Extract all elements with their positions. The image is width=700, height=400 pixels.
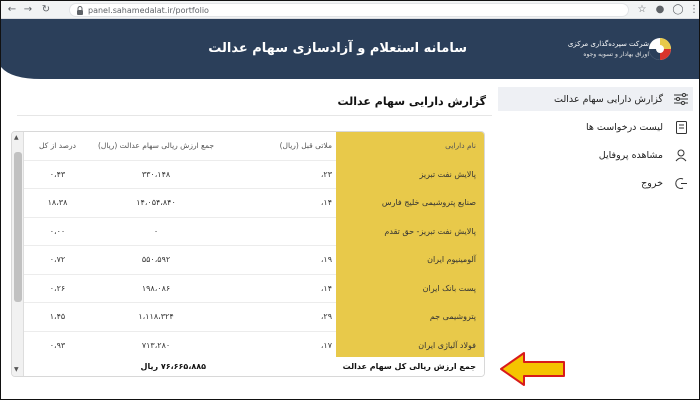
table-row: آلومینیوم ایران ۱۹، ۵۵۰،۵۹۲ ۰،۷۲ (24, 246, 484, 275)
asset-percent: ۰،۷۲ (49, 255, 66, 264)
asset-par (221, 218, 336, 247)
sidebar-item-logout[interactable]: خروج (498, 171, 693, 195)
asset-par: ۲۹، (320, 312, 332, 321)
asset-total: ۵۵۰،۵۹۲ (141, 255, 171, 264)
sliders-icon (673, 91, 689, 107)
asset-name: پالایش نفت تبریز (336, 160, 484, 189)
sidebar-item-label: لیست درخواست ها (585, 121, 663, 133)
table-scrollbar[interactable]: ▲ ▼ (12, 132, 24, 376)
asset-name: آلومینیوم ایران (336, 246, 484, 275)
table-row: صنایع پتروشیمی خلیج فارس ۱۴، ۱۴،۰۵۴،۸۴۰ … (24, 189, 484, 218)
asset-total: ۰ (153, 226, 159, 236)
asset-name: پتروشیمی جم (336, 303, 484, 332)
asset-table: ▲ ▼ نام دارایی ملاتی قبل (ریال) جمع ارزش… (11, 131, 485, 377)
table-row: پتروشیمی جم ۲۹، ۱،۱۱۸،۳۲۴ ۱،۴۵ (24, 303, 484, 332)
column-header-par: ملاتی قبل (ریال) (279, 141, 332, 150)
asset-percent: ۱۸،۳۸ (47, 198, 68, 207)
sidebar-item-asset-report[interactable]: گزارش دارایی سهام عدالت (498, 87, 693, 111)
total-label: جمع ارزش ریالی کل سهام عدالت (342, 362, 476, 371)
asset-percent: ۰،۴۳ (49, 169, 66, 179)
document-icon (673, 119, 689, 135)
lock-icon (77, 6, 83, 15)
scroll-thumb[interactable] (14, 152, 22, 302)
menu-icon[interactable]: ⋮ (687, 3, 699, 17)
address-bar[interactable]: panel.sahamedalat.ir/portfolio (69, 3, 629, 17)
asset-par: ۱۴، (320, 198, 332, 207)
asset-par: ۱۷، (320, 340, 332, 350)
asset-name: فولاد آلیاژی ایران (336, 331, 484, 360)
scroll-up-icon[interactable]: ▲ (14, 134, 19, 141)
asset-par: ۱۹، (320, 255, 332, 264)
star-icon[interactable]: ☆ (635, 3, 649, 17)
table-row: پالایش نفت تبریز- حق تقدم ۰ ۰،۰۰ (24, 217, 484, 247)
asset-total: ۱۴،۰۵۴،۸۴۰ (136, 198, 176, 207)
forward-icon[interactable]: → (21, 3, 35, 17)
asset-total: ۳۳۰،۱۴۸ (141, 169, 171, 179)
sidebar-item-profile[interactable]: مشاهده پروفایل (498, 143, 693, 167)
sidebar-item-label: خروج (641, 177, 663, 189)
asset-total: ۱۹۸،۰۸۶ (141, 283, 171, 293)
reload-icon[interactable]: ↻ (39, 3, 53, 17)
asset-percent: ۰،۹۳ (49, 340, 66, 350)
asset-percent: ۰،۰۰ (49, 226, 66, 236)
table-row: پست بانک ایران ۱۴، ۱۹۸،۰۸۶ ۰،۲۶ (24, 274, 484, 303)
asset-name: پست بانک ایران (336, 274, 484, 303)
asset-par: ۲۳، (320, 169, 332, 179)
column-header-percent: درصد از کل (39, 141, 76, 150)
browser-window: ← → ↻ panel.sahamedalat.ir/portfolio ☆ ●… (0, 0, 700, 400)
column-header-total: جمع ارزش ریالی سهام عدالت (ریال) (97, 141, 214, 150)
sidebar-item-label: مشاهده پروفایل (598, 149, 663, 161)
asset-percent: ۰،۲۶ (49, 283, 66, 293)
report-title: گزارش دارایی سهام عدالت (337, 95, 486, 108)
sidebar-item-requests[interactable]: لیست درخواست ها (498, 115, 693, 139)
sidebar-item-label: گزارش دارایی سهام عدالت (554, 93, 663, 105)
asset-par: ۱۴، (320, 283, 332, 293)
profile-icon[interactable]: ◯ (671, 3, 685, 17)
column-header-name: نام دارایی (336, 132, 484, 161)
table-row: پالایش نفت تبریز ۲۳، ۳۳۰،۱۴۸ ۰،۴۳ (24, 160, 484, 189)
logout-icon (673, 175, 689, 191)
asset-total: ۷۱۳،۲۸۰ (141, 340, 171, 350)
divider (17, 115, 492, 116)
arrow-annotation-icon (500, 352, 565, 386)
scroll-down-icon[interactable]: ▼ (14, 366, 19, 373)
user-icon (673, 147, 689, 163)
page-title: سامانه استعلام و آزادسازی سهام عدالت (208, 41, 467, 56)
total-row: جمع ارزش ریالی کل سهام عدالت ۷۶،۶۶۵،۸۸۵ … (24, 357, 484, 376)
total-value: ۷۶،۶۶۵،۸۸۵ ریال (140, 362, 206, 371)
asset-total: ۱،۱۱۸،۳۲۴ (138, 312, 174, 321)
asset-name: پالایش نفت تبریز- حق تقدم (336, 217, 484, 246)
asset-percent: ۱،۴۵ (49, 312, 66, 321)
browser-toolbar: ← → ↻ panel.sahamedalat.ir/portfolio ☆ ●… (1, 1, 699, 19)
back-icon[interactable]: ← (5, 3, 19, 17)
extension-icon[interactable]: ● (653, 3, 667, 17)
asset-name: صنایع پتروشیمی خلیج فارس (336, 189, 484, 218)
url-text: panel.sahamedalat.ir/portfolio (88, 6, 209, 15)
logo-subtext: اوراق بهادار و تسویه وجوه (583, 51, 649, 58)
logo-text: شرکت سپرده‌گذاری مرکزی (567, 40, 649, 48)
logo-icon (649, 38, 671, 60)
table-row: فولاد آلیاژی ایران ۱۷، ۷۱۳،۲۸۰ ۰،۹۳ (24, 331, 484, 360)
table-header-row: نام دارایی ملاتی قبل (ریال) جمع ارزش ریا… (24, 132, 484, 161)
